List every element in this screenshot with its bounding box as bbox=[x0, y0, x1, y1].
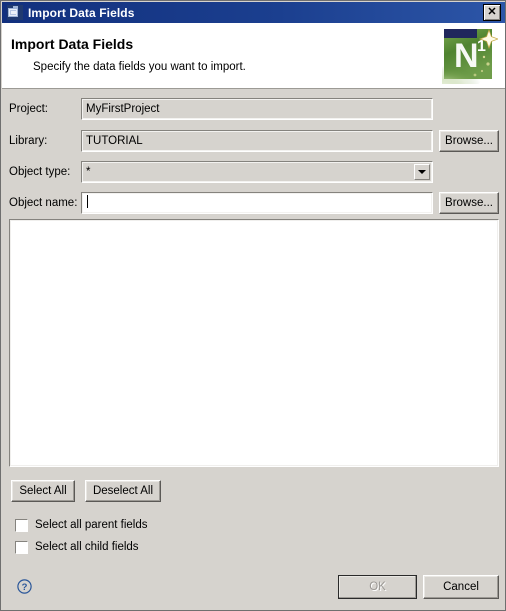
import-data-fields-dialog: Import Data Fields ✕ Import Data Fields … bbox=[0, 0, 506, 611]
field-row-object-name: Object name: Browse... bbox=[1, 192, 505, 214]
deselect-all-button[interactable]: Deselect All bbox=[85, 480, 161, 502]
select-all-button[interactable]: Select All bbox=[11, 480, 75, 502]
help-icon[interactable]: ? bbox=[17, 579, 32, 594]
close-icon[interactable]: ✕ bbox=[483, 4, 501, 21]
project-label: Project: bbox=[9, 103, 48, 115]
library-label: Library: bbox=[9, 135, 48, 147]
browse-object-button[interactable]: Browse... bbox=[439, 192, 499, 214]
title-bar: Import Data Fields ✕ bbox=[2, 2, 505, 23]
checkbox-label-parent: Select all parent fields bbox=[35, 519, 148, 531]
object-type-combo[interactable]: * bbox=[81, 161, 433, 183]
svg-text:N: N bbox=[454, 37, 479, 75]
library-field[interactable]: TUTORIAL bbox=[81, 130, 433, 152]
project-field[interactable]: MyFirstProject bbox=[81, 98, 433, 120]
checkbox-row-parent[interactable]: Select all parent fields bbox=[14, 517, 148, 533]
window-title: Import Data Fields bbox=[28, 5, 135, 20]
natural-one-logo: N 1 bbox=[430, 27, 500, 91]
cancel-button[interactable]: Cancel bbox=[423, 575, 499, 599]
data-fields-list[interactable] bbox=[9, 219, 499, 467]
object-name-label: Object name: bbox=[9, 197, 78, 209]
page-subtitle: Specify the data fields you want to impo… bbox=[33, 61, 246, 73]
dialog-header: Import Data Fields Specify the data fiel… bbox=[2, 23, 505, 91]
page-title: Import Data Fields bbox=[11, 36, 134, 52]
field-row-library: Library: TUTORIAL Browse... bbox=[1, 130, 505, 152]
browse-library-button[interactable]: Browse... bbox=[439, 130, 499, 152]
import-window-icon bbox=[7, 5, 23, 20]
checkbox-row-child[interactable]: Select all child fields bbox=[14, 539, 139, 555]
object-name-input[interactable] bbox=[81, 192, 433, 214]
field-row-object-type: Object type: * bbox=[1, 161, 505, 183]
checkbox-select-all-parent-fields[interactable] bbox=[14, 517, 29, 533]
text-caret bbox=[87, 195, 88, 208]
checkbox-select-all-child-fields[interactable] bbox=[14, 539, 29, 555]
ok-button[interactable]: OK bbox=[338, 575, 417, 599]
svg-text:?: ? bbox=[22, 582, 28, 593]
object-type-label: Object type: bbox=[9, 166, 71, 178]
checkbox-label-child: Select all child fields bbox=[35, 541, 139, 553]
chevron-down-icon[interactable] bbox=[414, 164, 430, 180]
field-row-project: Project: MyFirstProject bbox=[1, 98, 505, 120]
object-type-value: * bbox=[86, 166, 91, 178]
